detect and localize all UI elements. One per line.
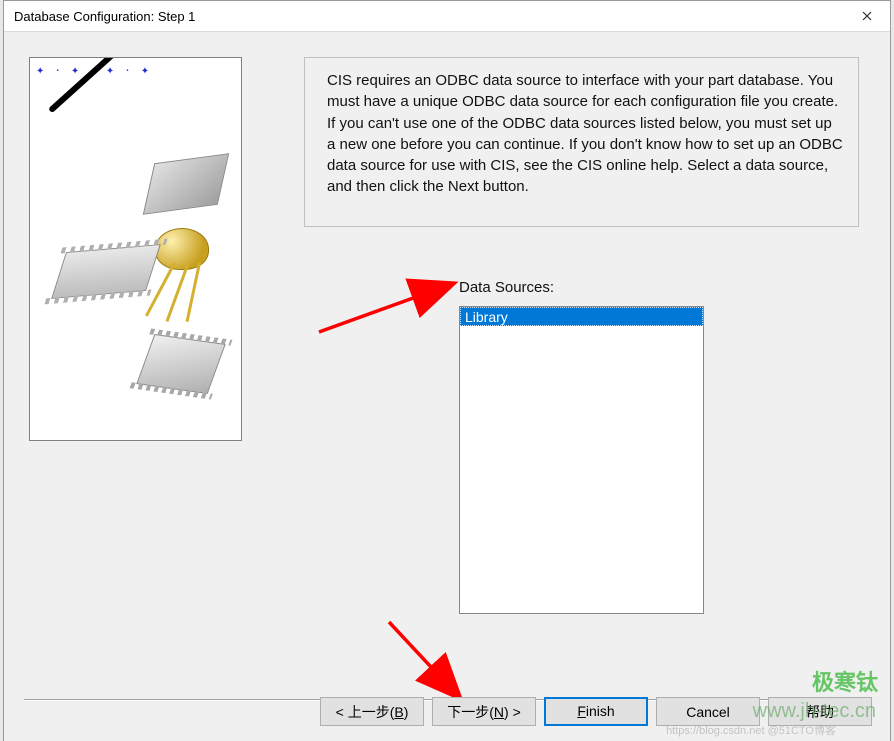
window-title: Database Configuration: Step 1	[14, 9, 195, 24]
dialog-window: Database Configuration: Step 1 ✦ ･ ✦ ･ ✦…	[3, 0, 891, 741]
finish-button[interactable]: Finish	[544, 697, 648, 726]
client-area: ✦ ･ ✦ ･ ✦ ･ ✦ CIS requires an ODBC data …	[4, 32, 890, 741]
close-icon	[862, 8, 872, 24]
wizard-illustration: ✦ ･ ✦ ･ ✦ ･ ✦	[29, 57, 242, 441]
watermark-brand: 极寒钛	[812, 665, 878, 697]
watermark-url: www.jh-tec.cn	[753, 700, 876, 723]
next-button[interactable]: 下一步(N) >	[432, 697, 536, 726]
close-button[interactable]	[844, 1, 890, 31]
watermark-source: https://blog.csdn.net @51CTO博客	[666, 722, 836, 738]
list-item[interactable]: Library	[460, 307, 703, 326]
components-clipart: ✦ ･ ✦ ･ ✦ ･ ✦	[30, 58, 241, 440]
instruction-text: CIS requires an ODBC data source to inte…	[304, 57, 859, 227]
data-sources-label: Data Sources:	[459, 279, 554, 296]
back-button[interactable]: < 上一步(B)	[320, 697, 424, 726]
annotation-arrow-1	[314, 272, 474, 342]
title-bar: Database Configuration: Step 1	[4, 1, 890, 32]
data-sources-listbox[interactable]: Library	[459, 306, 704, 614]
